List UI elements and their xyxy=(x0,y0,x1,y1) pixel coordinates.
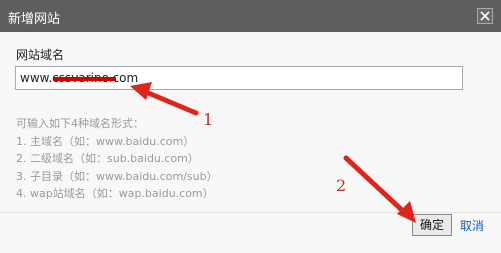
arrow-1 xyxy=(130,82,199,116)
annotation-step-1: 1 xyxy=(203,110,214,129)
annotation-step-2: 2 xyxy=(336,176,347,195)
arrow-2 xyxy=(343,155,416,223)
annotation-overlay xyxy=(130,82,416,223)
